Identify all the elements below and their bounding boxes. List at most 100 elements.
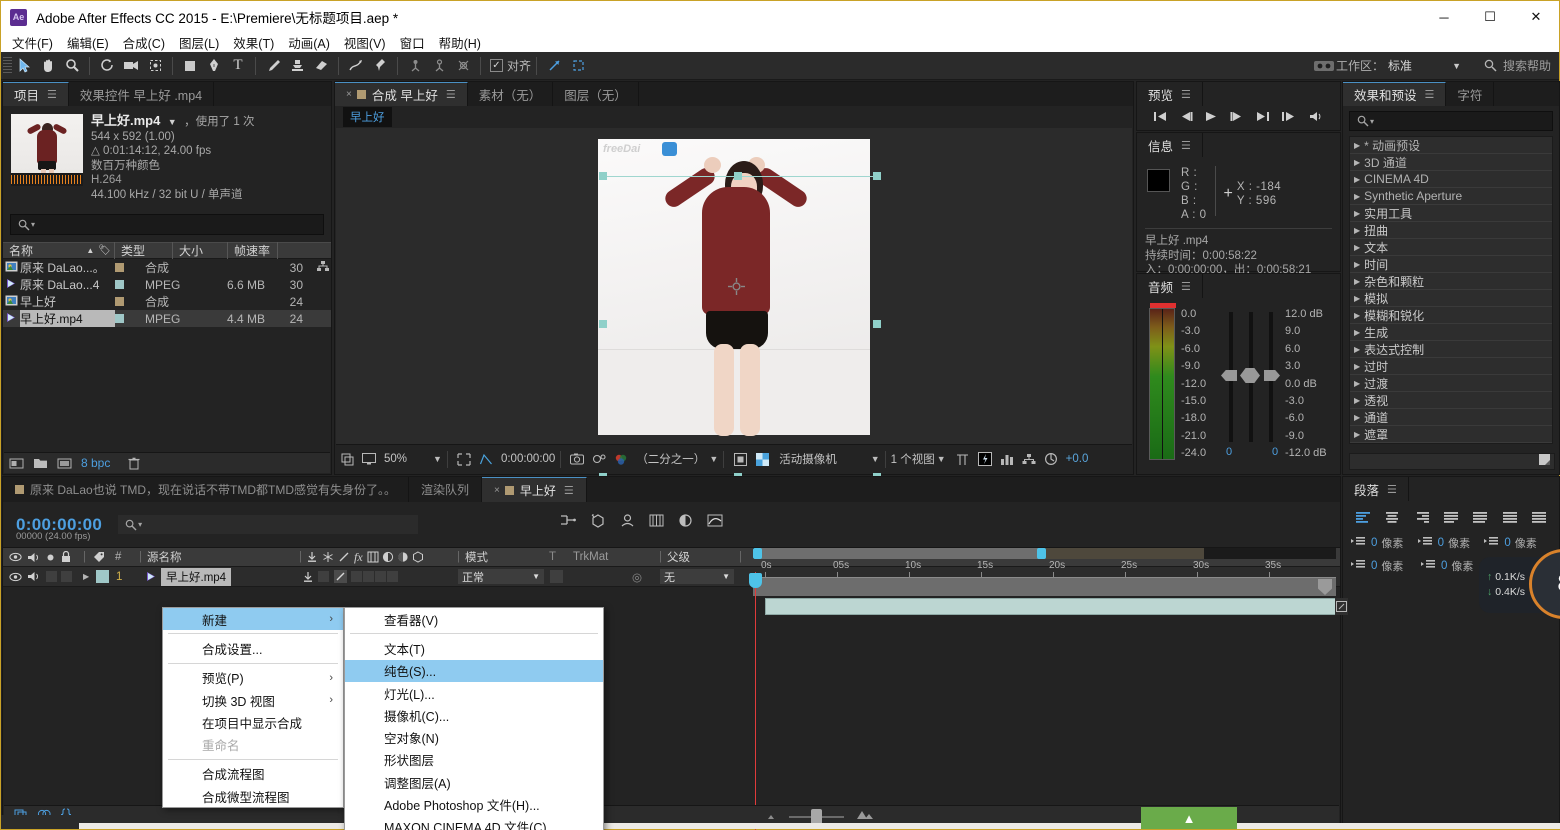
- panel-menu-icon[interactable]: ☰: [47, 88, 57, 101]
- project-search-input[interactable]: ▾: [10, 214, 324, 235]
- composition-menu-item-6[interactable]: 在项目中显示合成: [163, 711, 343, 733]
- work-area-start-handle[interactable]: [753, 548, 762, 559]
- chevron-right-icon[interactable]: ▶: [1354, 260, 1360, 269]
- comp-flowchart-icon[interactable]: [1018, 453, 1040, 466]
- shape-tool-icon[interactable]: [178, 55, 202, 77]
- project-row-swatch[interactable]: [115, 263, 145, 272]
- draft-3d-icon[interactable]: [590, 513, 606, 533]
- audio-slider-right-knob[interactable]: [1264, 370, 1280, 381]
- align-left-icon[interactable]: [1352, 509, 1374, 525]
- effects-category-item[interactable]: ▶ 通道: [1350, 409, 1552, 426]
- effects-category-item[interactable]: ▶ 时间: [1350, 256, 1552, 273]
- effects-category-item[interactable]: ▶键控: [1350, 443, 1552, 444]
- current-time[interactable]: 0:00:00:00: [501, 453, 555, 465]
- audio-slider-master-knob[interactable]: [1240, 368, 1260, 383]
- project-row-swatch[interactable]: [115, 314, 145, 323]
- tab-effects-0[interactable]: 效果和预设 ☰: [1343, 82, 1447, 106]
- layer-switch-icon[interactable]: [1335, 598, 1348, 615]
- lock-header[interactable]: [61, 548, 83, 566]
- taskbar-dark-tile[interactable]: [1, 815, 79, 829]
- menu-item-0[interactable]: 文件(F): [12, 33, 53, 52]
- layer-solo-toggle[interactable]: [46, 567, 61, 586]
- text-tool-icon[interactable]: T: [226, 55, 250, 77]
- delete-icon[interactable]: [122, 452, 146, 474]
- selection-tool-icon[interactable]: [12, 55, 36, 77]
- project-column-0[interactable]: 名称 ▲ 🏷: [3, 242, 115, 259]
- orbit-tool-icon[interactable]: [427, 55, 451, 77]
- chevron-right-icon[interactable]: ▶: [1354, 192, 1360, 201]
- layer-label-swatch[interactable]: [96, 567, 116, 586]
- layer-expand-arrow[interactable]: ▶: [83, 567, 96, 586]
- audio-icon[interactable]: [1309, 109, 1324, 127]
- paragraph-field-value[interactable]: 0: [1441, 560, 1447, 572]
- effects-category-item[interactable]: ▶ * 动画预设: [1350, 137, 1552, 154]
- project-column-2[interactable]: 大小: [173, 242, 228, 259]
- pen-tool-icon[interactable]: [202, 55, 226, 77]
- menu-item-8[interactable]: 帮助(H): [439, 33, 481, 52]
- snapshot-icon[interactable]: [566, 453, 588, 465]
- paragraph-field[interactable]: 0 像素: [1351, 535, 1418, 551]
- layer-switches[interactable]: [300, 567, 458, 586]
- paragraph-field-value[interactable]: 0: [1438, 537, 1444, 549]
- monitor-icon[interactable]: [358, 453, 380, 465]
- panel-menu-icon[interactable]: ☰: [1425, 88, 1435, 101]
- tab-paragraph[interactable]: 段落 ☰: [1343, 477, 1409, 501]
- effects-category-item[interactable]: ▶ 扭曲: [1350, 222, 1552, 239]
- tab-effects-1[interactable]: 字符: [1446, 82, 1495, 106]
- context-menu-composition[interactable]: 新建 › 合成设置... 预览(P) › 切换 3D 视图 › 在项目中显示合成 重命名 合成流程…: [162, 607, 344, 809]
- composition-menu-item-5[interactable]: 切换 3D 视图 ›: [163, 689, 343, 711]
- tab-project-1[interactable]: 效果控件 早上好 .mp4: [68, 82, 215, 106]
- bit-depth-label[interactable]: 8 bpc: [81, 456, 110, 470]
- paragraph-field-value[interactable]: 0: [1371, 560, 1377, 572]
- timeline-tab-0[interactable]: 原来 DaLao也说 TMD，现在说话不带TMD都TMD感觉有失身份了。。: [3, 477, 410, 502]
- menu-item-6[interactable]: 视图(V): [344, 33, 386, 52]
- effects-category-item[interactable]: ▶ 表达式控制: [1350, 341, 1552, 358]
- video-visibility-header[interactable]: [3, 548, 27, 566]
- timeline-playhead[interactable]: [755, 572, 756, 830]
- composition-menu-item-4[interactable]: 预览(P) ›: [163, 667, 343, 689]
- chevron-right-icon[interactable]: ▶: [1354, 175, 1360, 184]
- toolbar-grip[interactable]: [3, 56, 12, 75]
- composition-viewer-stage[interactable]: freeDai: [336, 128, 1132, 477]
- last-frame-icon[interactable]: [1256, 109, 1270, 127]
- chevron-right-icon[interactable]: ▶: [1354, 158, 1360, 167]
- new-menu-item-6[interactable]: 空对象(N): [345, 726, 603, 748]
- region-preview-icon[interactable]: [729, 452, 751, 466]
- new-menu-item-9[interactable]: Adobe Photoshop 文件(H)...: [345, 793, 603, 815]
- audio-value-right[interactable]: 0: [1272, 446, 1278, 458]
- label-header[interactable]: [93, 548, 115, 566]
- previous-frame-icon[interactable]: [1179, 109, 1193, 127]
- effects-search-input[interactable]: ▾: [1349, 111, 1553, 131]
- snap-checkbox[interactable]: ✓: [490, 59, 503, 72]
- effects-category-item[interactable]: ▶ 杂色和颗粒: [1350, 273, 1552, 290]
- exposure-value[interactable]: +0.0: [1066, 453, 1089, 465]
- project-column-3[interactable]: 帧速率: [228, 242, 278, 259]
- minimize-button[interactable]: ─: [1421, 1, 1467, 33]
- new-menu-item-10[interactable]: MAXON CINEMA 4D 文件(C)...: [345, 816, 603, 830]
- chevron-right-icon[interactable]: ▶: [1354, 430, 1360, 439]
- tab-comp-0[interactable]: × 合成 早上好 ☰: [335, 82, 468, 106]
- trkmat-header[interactable]: TrkMat: [573, 548, 659, 566]
- chevron-right-icon[interactable]: ▶: [1354, 413, 1360, 422]
- first-frame-icon[interactable]: [1153, 109, 1167, 127]
- audio-slider-left-knob[interactable]: [1221, 370, 1237, 381]
- selection-handle[interactable]: [873, 172, 881, 180]
- layer-parent-select[interactable]: 无 ▼: [660, 567, 740, 586]
- help-search-input[interactable]: 搜索帮助: [1503, 57, 1551, 74]
- effects-category-item[interactable]: ▶ CINEMA 4D: [1350, 171, 1552, 188]
- active-camera-value[interactable]: 活动摄像机: [779, 451, 837, 467]
- workspace-value[interactable]: 标准: [1388, 57, 1412, 74]
- paragraph-field-value[interactable]: 0: [1504, 537, 1510, 549]
- menu-item-5[interactable]: 动画(A): [288, 33, 330, 52]
- info-panel-menu-icon[interactable]: ☰: [1181, 139, 1191, 152]
- composition-menu-item-10[interactable]: 合成微型流程图: [163, 785, 343, 807]
- zoom-tool-icon[interactable]: [60, 55, 84, 77]
- paragraph-panel-menu-icon[interactable]: ☰: [1387, 483, 1397, 496]
- layer-source-name[interactable]: 早上好.mp4: [140, 567, 300, 586]
- new-menu-item-5[interactable]: 摄像机(C)...: [345, 704, 603, 726]
- new-folder-view-icon[interactable]: [4, 452, 28, 474]
- chevron-right-icon[interactable]: ▶: [1354, 345, 1360, 354]
- eraser-tool-icon[interactable]: [309, 55, 333, 77]
- audio-header[interactable]: [27, 548, 46, 566]
- close-tab-icon[interactable]: ×: [494, 485, 500, 496]
